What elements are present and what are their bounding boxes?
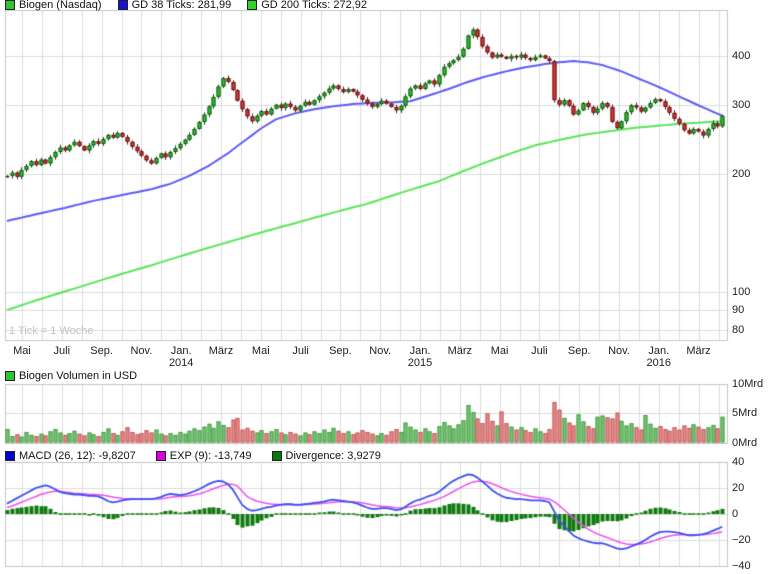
divergence-series-swatch-icon <box>271 451 282 461</box>
legend-item-exp: EXP (9): -13,749 <box>155 450 252 462</box>
x-axis-label: Mai <box>251 345 270 357</box>
legend-label: MACD (26, 12): -9,8207 <box>19 450 136 462</box>
gd38-series-swatch-icon <box>117 0 128 10</box>
macd-legend: MACD (26, 12): -9,8207 EXP (9): -13,749 … <box>5 450 381 462</box>
x-axis-label: Jan. 2015 <box>407 345 433 369</box>
macd-axis-label: 0 <box>732 508 739 520</box>
biogen-series-swatch-icon <box>5 0 15 10</box>
price-axis-label: 200 <box>732 168 751 181</box>
volume-axis-label: 5Mrd <box>732 407 758 420</box>
volume-legend: Biogen Volumen in USD <box>5 370 137 382</box>
price-legend: Biogen (Nasdaq) GD 38 Ticks: 281,99 GD 2… <box>5 0 367 11</box>
legend-item-gd38: GD 38 Ticks: 281,99 <box>117 0 232 11</box>
x-axis-label: März <box>208 345 234 357</box>
macd-axis-label: 20 <box>732 482 745 494</box>
x-axis-label: Jan. 2014 <box>168 345 194 369</box>
macd-axis-label: 40 <box>732 456 745 468</box>
stock-chart-window: Biogen (Nasdaq) GD 38 Ticks: 281,99 GD 2… <box>0 0 770 574</box>
x-axis-label: Nov. <box>130 345 153 357</box>
chart-canvas[interactable] <box>0 0 770 574</box>
x-axis-label: Mai <box>13 345 31 357</box>
price-axis-label: 300 <box>732 99 751 112</box>
macd-series-swatch-icon <box>5 451 15 461</box>
legend-item-gd200: GD 200 Ticks: 272,92 <box>247 0 367 11</box>
macd-axis-label: −20 <box>732 534 751 546</box>
x-axis-label: Nov. <box>369 345 392 357</box>
legend-item-divergence: Divergence: 3,9279 <box>271 450 381 462</box>
legend-label: Divergence: 3,9279 <box>285 450 381 462</box>
legend-item-biogen: Biogen (Nasdaq) <box>5 0 102 11</box>
legend-label: EXP (9): -13,749 <box>169 450 252 462</box>
legend-label: GD 38 Ticks: 281,99 <box>131 0 232 11</box>
legend-label: Biogen (Nasdaq) <box>19 0 102 11</box>
x-axis-label: März <box>686 345 711 357</box>
price-axis-label: 100 <box>732 286 751 299</box>
legend-label: Biogen Volumen in USD <box>19 370 138 382</box>
x-axis-label: Jan. 2016 <box>646 345 672 369</box>
price-axis-label: 80 <box>732 324 745 337</box>
legend-item-macd: MACD (26, 12): -9,8207 <box>5 450 136 462</box>
x-axis-label: Mai <box>490 345 509 357</box>
x-axis-label: Sep. <box>567 345 591 357</box>
legend-item-volume: Biogen Volumen in USD <box>5 370 137 382</box>
x-axis-label: Sep. <box>329 345 352 357</box>
x-axis-label: März <box>447 345 473 357</box>
macd-axis-label: −40 <box>732 560 751 572</box>
x-axis-label: Juli <box>53 345 71 357</box>
x-axis-label: Sep. <box>90 345 113 357</box>
tick-scale-note: 1 Tick = 1 Woche <box>9 325 94 337</box>
gd200-series-swatch-icon <box>247 0 258 10</box>
exp-series-swatch-icon <box>155 451 166 461</box>
x-axis-label: Nov. <box>608 345 630 357</box>
price-axis-label: 90 <box>732 304 745 317</box>
x-axis-label: Juli <box>292 345 309 357</box>
volume-series-swatch-icon <box>5 371 15 381</box>
legend-label: GD 200 Ticks: 272,92 <box>261 0 368 11</box>
x-axis-label: Juli <box>531 345 548 357</box>
volume-axis-label: 0Mrd <box>732 436 758 449</box>
volume-axis-label: 10Mrd <box>732 378 764 390</box>
price-axis-label: 400 <box>732 50 751 63</box>
